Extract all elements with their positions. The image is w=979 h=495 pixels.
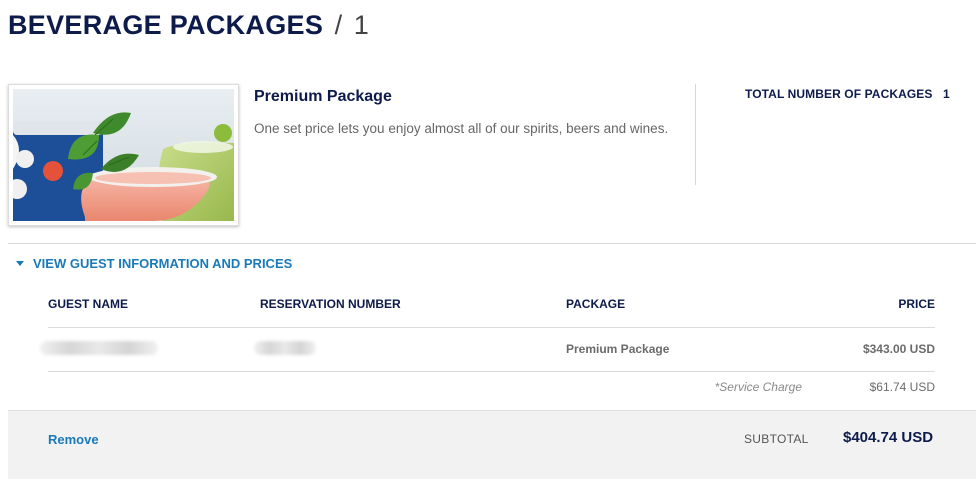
beverage-cocktail-image <box>13 89 234 221</box>
view-guest-info-toggle[interactable]: VIEW GUEST INFORMATION AND PRICES <box>16 256 292 271</box>
package-count: 1 <box>353 10 369 40</box>
subtotal-value: $404.74 USD <box>843 429 934 446</box>
package-name: Premium Package <box>254 88 392 105</box>
total-packages-value: 1 <box>943 87 950 101</box>
row-package: Premium Package <box>566 342 670 356</box>
remove-link[interactable]: Remove <box>48 432 99 447</box>
section-divider <box>8 243 976 244</box>
subtotal-footer: Remove SUBTOTAL $404.74 USD <box>8 410 976 479</box>
page-title-text: BEVERAGE PACKAGES <box>8 10 324 40</box>
caret-down-icon <box>16 261 24 266</box>
service-charge-value: $61.74 USD <box>869 380 935 394</box>
title-separator: / <box>334 10 343 40</box>
service-charge-label: *Service Charge <box>714 380 802 394</box>
vertical-divider <box>695 84 696 185</box>
column-header-price: PRICE <box>898 297 935 311</box>
column-header-reservation-number: RESERVATION NUMBER <box>260 297 401 311</box>
subtotal-label: SUBTOTAL <box>744 432 809 446</box>
table-row-divider <box>48 371 935 372</box>
reservation-number-redacted <box>254 341 316 355</box>
row-price: $343.00 USD <box>862 342 935 356</box>
table-header-divider <box>48 327 935 328</box>
column-header-guest-name: GUEST NAME <box>48 297 129 311</box>
page-title: BEVERAGE PACKAGES / 1 <box>8 10 369 41</box>
toggle-label: VIEW GUEST INFORMATION AND PRICES <box>33 256 293 271</box>
guest-name-redacted <box>40 341 158 355</box>
package-description: One set price lets you enjoy almost all … <box>254 121 669 136</box>
package-image <box>8 84 239 226</box>
column-header-package: PACKAGE <box>566 297 626 311</box>
total-packages-label: TOTAL NUMBER OF PACKAGES <box>745 87 933 101</box>
